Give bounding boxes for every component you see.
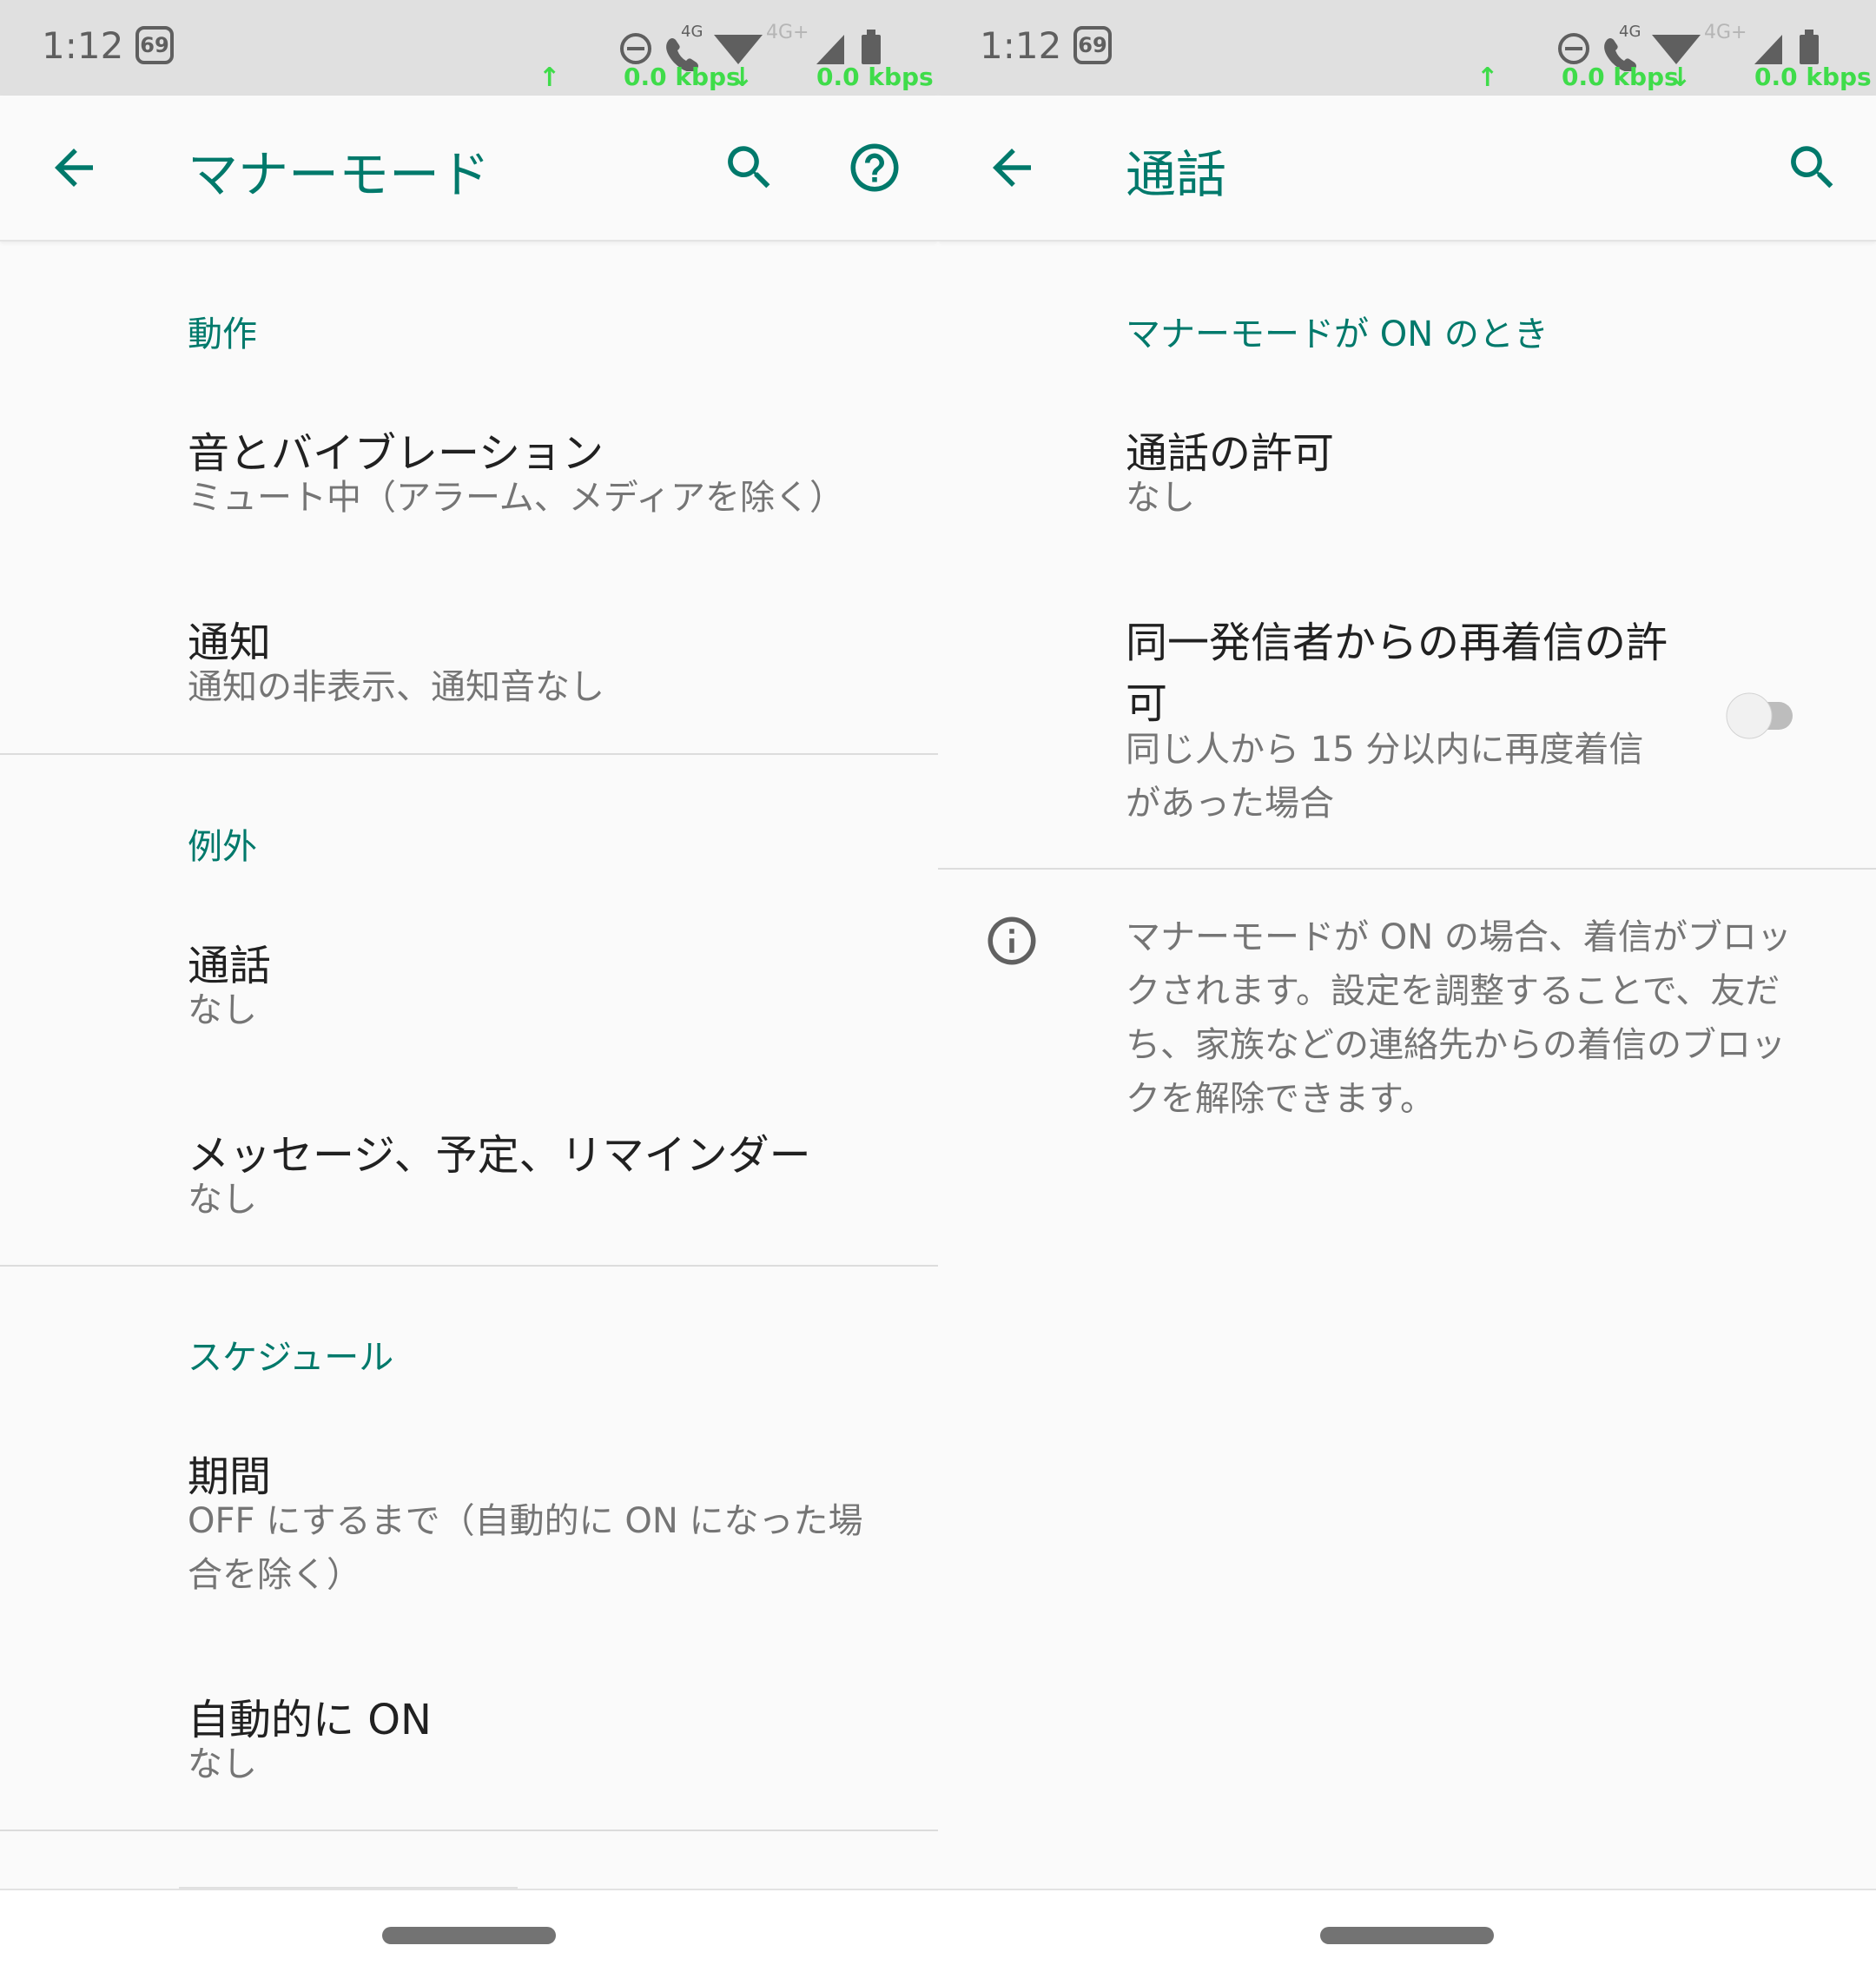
notification-badge: 69	[135, 26, 174, 64]
notification-badge: 69	[1073, 26, 1112, 64]
item-title-line: 同一発信者からの再着信の許	[1126, 619, 1668, 667]
home-gesture-handle[interactable]	[1320, 1927, 1494, 1944]
search-icon[interactable]	[1784, 139, 1841, 196]
wifi-icon	[1652, 35, 1701, 64]
item-subtitle: なし	[188, 990, 257, 1030]
section-divider	[0, 1830, 938, 1831]
back-arrow-icon[interactable]	[45, 139, 102, 196]
info-icon	[988, 917, 1036, 965]
info-text-line: クされます。設定を調整することで、友だ	[1126, 971, 1780, 1011]
info-text-line: クを解除できます。	[1126, 1079, 1435, 1119]
item-subtitle: なし	[188, 1180, 257, 1220]
item-subtitle: なし	[1126, 478, 1195, 518]
section-header-behavior: 動作	[188, 314, 257, 354]
item-subtitle: ミュート中（アラーム、メディアを除く）	[188, 478, 844, 518]
dnd-icon	[1558, 33, 1589, 64]
page-title: マナーモード	[188, 145, 491, 204]
item-subtitle: なし	[188, 1744, 257, 1784]
network-4gplus-label: 4G+	[766, 22, 809, 43]
section-header-exceptions: 例外	[188, 827, 257, 867]
dnd-icon	[620, 33, 651, 64]
cell-signal-icon	[1754, 35, 1782, 64]
info-text-line: ち、家族などの連絡先からの着信のブロッ	[1126, 1025, 1786, 1065]
search-icon[interactable]	[721, 139, 778, 196]
status-bar: 1:12 69 4G 4G+ ↑ 0.0 kbps ↓ 0.0 kbps	[0, 0, 938, 96]
left-screen: 1:12 69 4G 4G+ ↑ 0.0 kbps ↓ 0.0 kbps マナー…	[0, 0, 938, 1972]
section-divider	[0, 1265, 938, 1267]
battery-icon	[1800, 30, 1819, 64]
navigation-bar	[0, 1889, 938, 1972]
upload-arrow-icon: ↑	[538, 63, 561, 93]
item-title-line: 可	[1126, 679, 1168, 728]
right-screen: 1:12 69 4G 4G+ ↑ 0.0 kbps ↓ 0.0 kbps 通話 …	[938, 0, 1876, 1972]
repeat-callers-toggle[interactable]	[1720, 681, 1824, 751]
download-arrow-icon: ↓	[731, 63, 754, 93]
item-subtitle-line: 同じ人から 15 分以内に再度着信	[1126, 730, 1644, 770]
wifi-icon	[714, 35, 763, 64]
download-speed: 0.0 kbps	[816, 63, 934, 91]
status-time: 1:12	[980, 24, 1062, 67]
section-header-schedule: スケジュール	[188, 1338, 394, 1378]
navigation-bar	[938, 1889, 1876, 1972]
app-bar: 通話	[938, 96, 1876, 242]
item-subtitle-line: があった場合	[1126, 784, 1334, 824]
network-4gplus-label: 4G+	[1704, 22, 1747, 43]
network-4g-label: 4G	[681, 23, 703, 41]
status-time: 1:12	[42, 24, 124, 67]
help-icon[interactable]	[846, 139, 903, 196]
item-title: メッセージ、予定、リマインダー	[188, 1131, 811, 1180]
download-speed: 0.0 kbps	[1754, 63, 1872, 91]
upload-arrow-icon: ↑	[1476, 63, 1499, 93]
page-title: 通話	[1126, 145, 1227, 204]
info-text-line: マナーモードが ON の場合、着信がブロッ	[1126, 917, 1792, 957]
section-divider	[0, 753, 938, 755]
section-divider	[938, 868, 1876, 870]
upload-speed: 0.0 kbps	[624, 63, 741, 91]
home-gesture-handle[interactable]	[382, 1927, 556, 1944]
item-subtitle-line: 合を除く）	[188, 1555, 361, 1595]
app-bar: マナーモード	[0, 96, 938, 242]
status-bar: 1:12 69 4G 4G+ ↑ 0.0 kbps ↓ 0.0 kbps	[938, 0, 1876, 96]
download-arrow-icon: ↓	[1669, 63, 1692, 93]
cell-signal-icon	[816, 35, 844, 64]
back-arrow-icon[interactable]	[983, 139, 1040, 196]
item-subtitle: 通知の非表示、通知音なし	[188, 667, 604, 707]
battery-icon	[862, 30, 881, 64]
item-subtitle-line: OFF にするまで（自動的に ON になった場	[188, 1501, 863, 1541]
network-4g-label: 4G	[1619, 23, 1641, 41]
section-header-when-on: マナーモードが ON のとき	[1126, 314, 1549, 354]
upload-speed: 0.0 kbps	[1562, 63, 1679, 91]
